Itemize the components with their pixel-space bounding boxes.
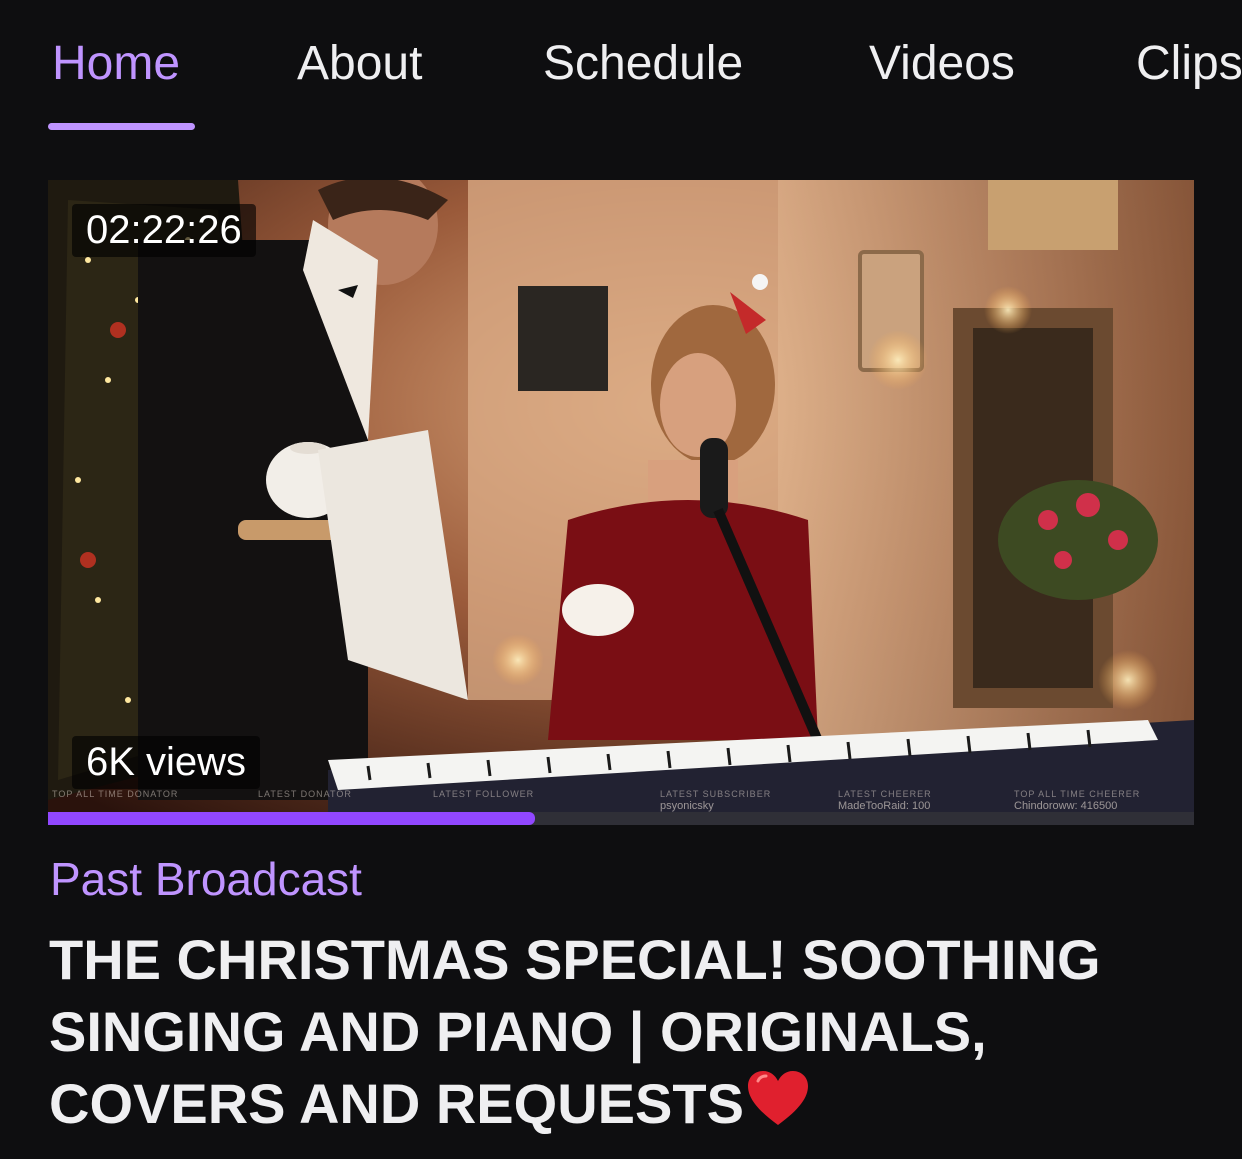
- tab-about[interactable]: About: [297, 36, 422, 91]
- overlay-latest-donator: LATEST DONATOR: [258, 789, 352, 799]
- stream-overlay-strip: TOP ALL TIME DONATOR LATEST DONATOR LATE…: [48, 788, 1194, 812]
- tab-videos[interactable]: Videos: [869, 36, 1015, 91]
- overlay-latest-cheerer: LATEST CHEERER MadeTooRaid: 100: [838, 789, 932, 812]
- overlay-latest-subscriber: LATEST SUBSCRIBER psyonicsky: [660, 789, 772, 812]
- channel-nav-tabs: Home About Schedule Videos Clips: [0, 0, 1242, 140]
- tab-schedule[interactable]: Schedule: [543, 36, 743, 91]
- video-duration-badge: 02:22:26: [72, 204, 256, 257]
- tab-home[interactable]: Home: [52, 36, 180, 91]
- video-title[interactable]: THE CHRISTMAS SPECIAL! SOOTHING SINGING …: [49, 924, 1209, 1146]
- watch-progress-bar: [48, 812, 1194, 825]
- heart-icon: [746, 1069, 810, 1146]
- video-title-text: THE CHRISTMAS SPECIAL! SOOTHING SINGING …: [49, 928, 1101, 1135]
- thumbnail-scene: [48, 180, 1194, 825]
- overlay-latest-follower: LATEST FOLLOWER: [433, 789, 535, 799]
- overlay-top-cheerer: TOP ALL TIME CHEERER Chindoroww: 416500: [1014, 789, 1141, 812]
- active-tab-indicator: [48, 123, 195, 130]
- view-count-badge: 6K views: [72, 736, 261, 789]
- video-category-label[interactable]: Past Broadcast: [50, 852, 362, 906]
- video-thumbnail[interactable]: TOP ALL TIME DONATOR LATEST DONATOR LATE…: [48, 180, 1194, 825]
- overlay-top-donator: TOP ALL TIME DONATOR: [52, 789, 179, 799]
- tab-clips[interactable]: Clips: [1136, 36, 1242, 91]
- watch-progress-fill: [48, 812, 536, 825]
